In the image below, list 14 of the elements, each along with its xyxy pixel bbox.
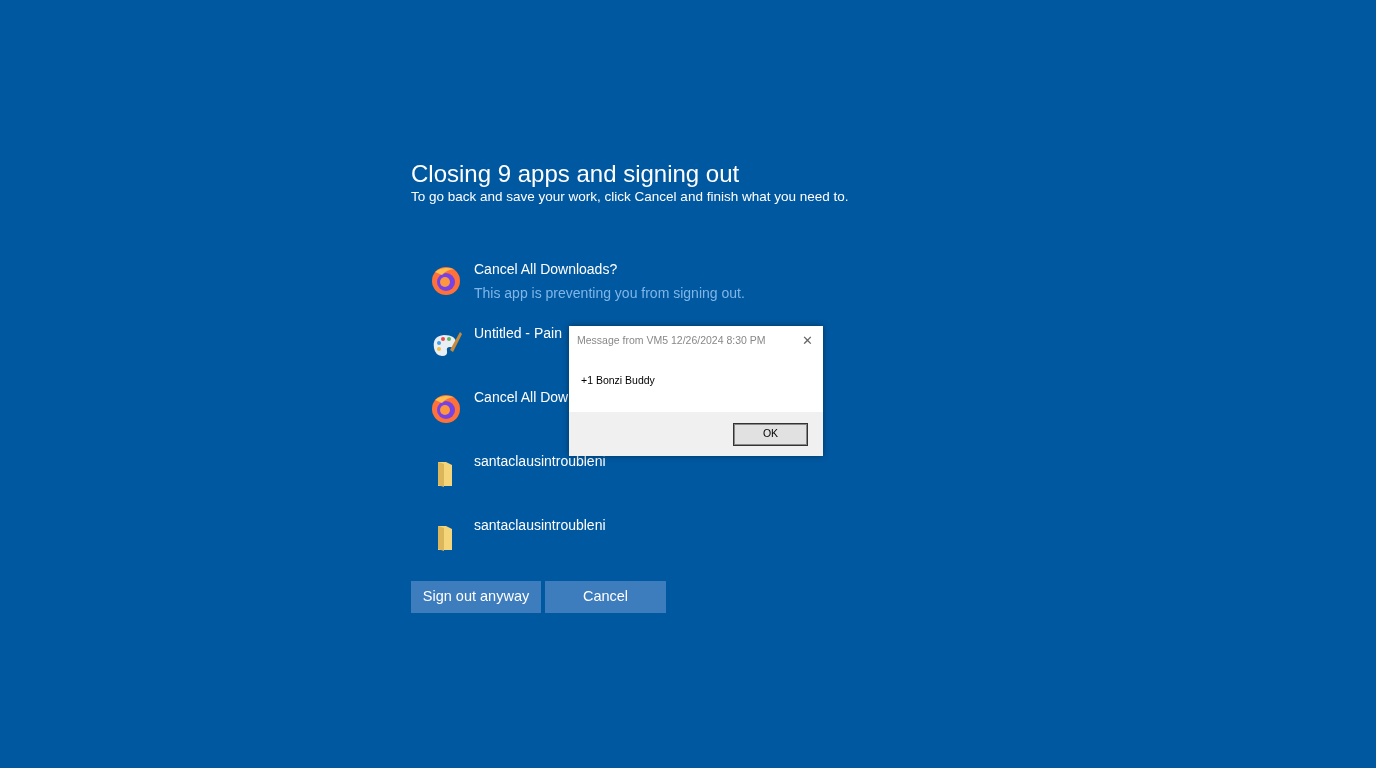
app-name: santaclausintroubleni [474,452,606,470]
instruction-text: To go back and save your work, click Cancel and finish what you need to. [411,188,850,206]
app-name: Cancel All Dow [474,388,569,406]
cancel-button[interactable]: Cancel [545,581,666,613]
sign-out-button[interactable]: Sign out anyway [411,581,541,613]
ok-button[interactable]: OK [733,422,808,446]
message-title: Message from VM5 12/26/2024 8:30 PM [577,332,766,348]
app-status: This app is preventing you from signing out. [474,284,745,302]
app-name: Untitled - Pain [474,324,562,342]
message-text: +1 Bonzi Buddy [581,374,655,386]
app-name: Cancel All Downloads? [474,260,618,278]
app-name: santaclausintroubleni [474,516,606,534]
close-button[interactable]: ✕ [800,334,815,347]
dialog-title: Closing 9 apps and signing out [411,160,741,188]
